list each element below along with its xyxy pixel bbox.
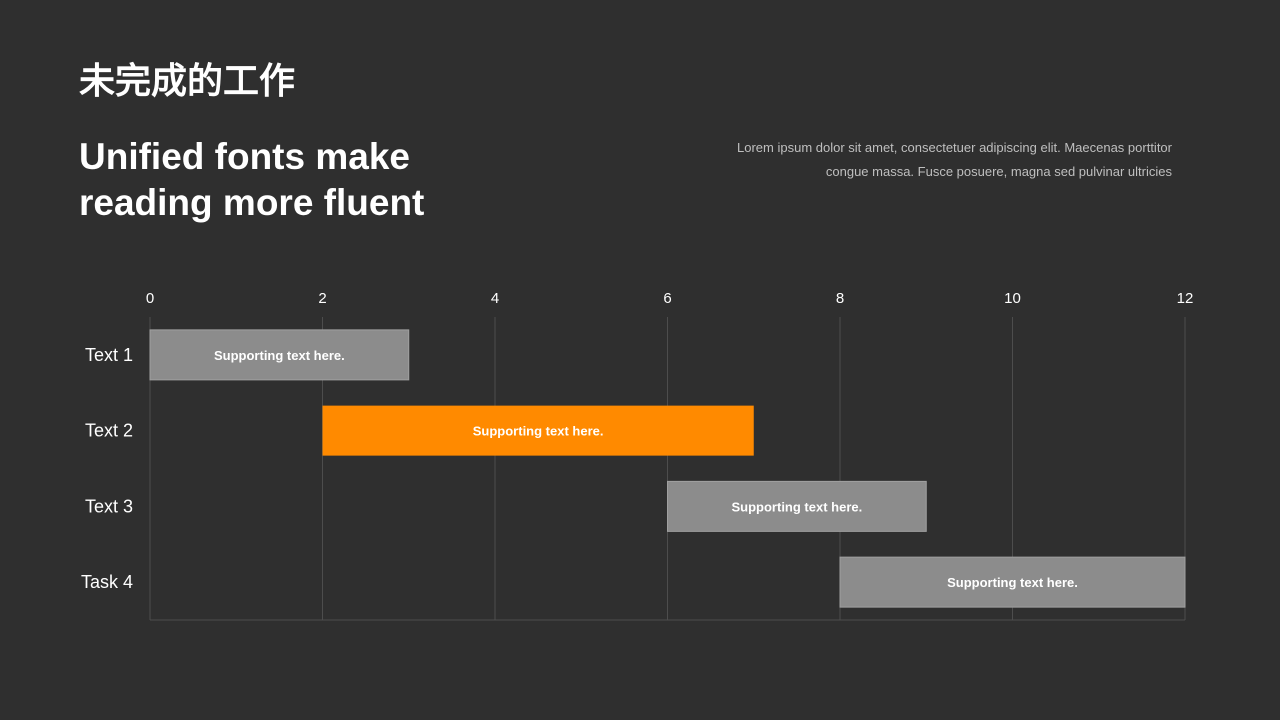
x-tick-label: 6 [663,290,671,307]
bar-label: Supporting text here. [473,424,604,439]
gantt-chart: 0 2 4 6 8 10 12 Text 1 Supporting text here. Text… [81,290,1194,621]
x-tick-label: 0 [146,290,154,307]
category-label: Text 2 [85,421,133,441]
x-tick-label: 2 [318,290,326,307]
x-tick-label: 10 [1004,290,1021,307]
x-tick-label: 8 [836,290,844,307]
bar-label: Supporting text here. [732,499,863,514]
bar-label: Supporting text here. [947,575,1078,590]
category-label: Task 4 [81,572,133,592]
category-label: Text 1 [85,345,133,365]
x-tick-label: 12 [1177,290,1194,307]
x-tick-label: 4 [491,290,499,307]
bar-label: Supporting text here. [214,348,345,363]
category-label: Text 3 [85,496,133,516]
